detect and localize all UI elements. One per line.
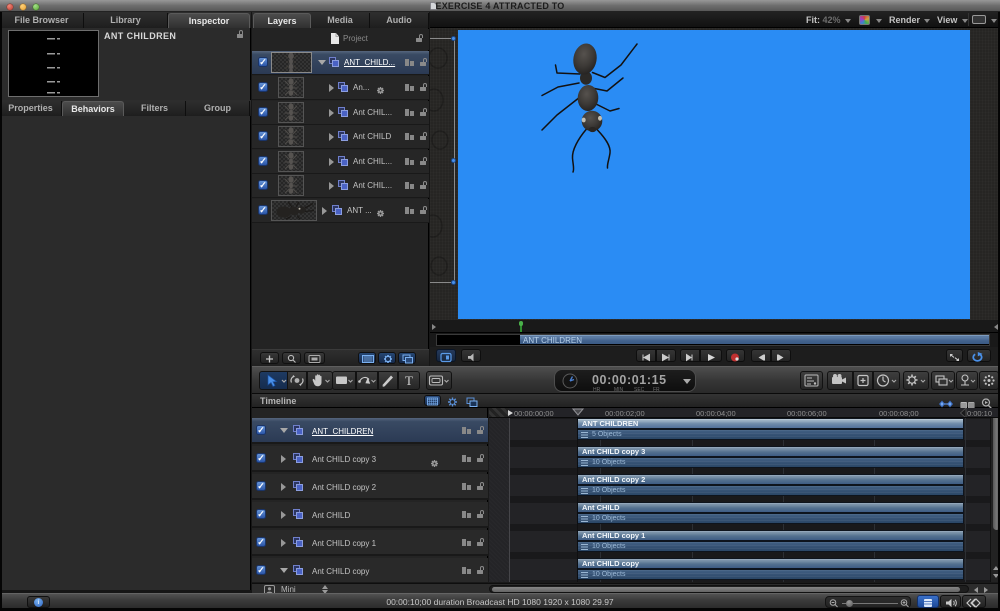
svg-text:T: T [405,373,413,388]
